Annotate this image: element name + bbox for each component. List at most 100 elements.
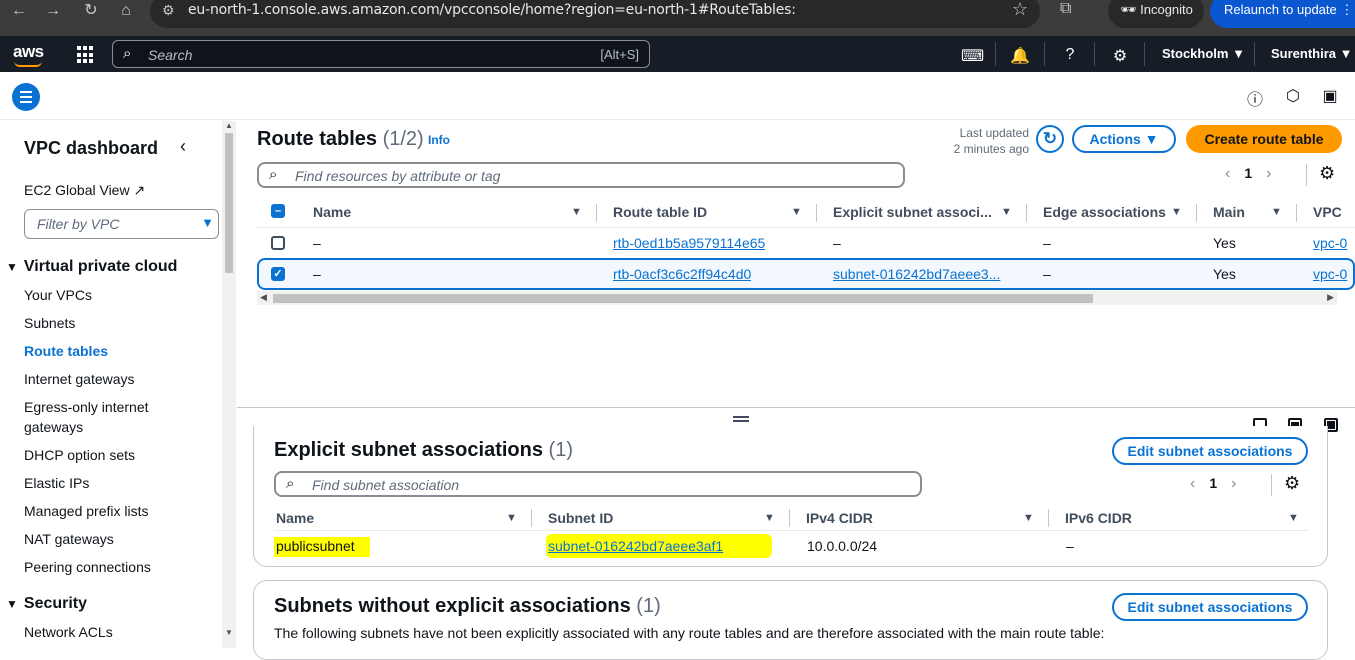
column-header-ipv6-cidr[interactable]: IPv6 CIDR: [1065, 505, 1132, 531]
region-selector[interactable]: Stockholm ▼: [1162, 46, 1245, 61]
sort-caret-icon[interactable]: ▼: [1001, 198, 1012, 226]
help-icon[interactable]: ?: [1060, 46, 1080, 64]
scroll-right-icon[interactable]: ▶: [1327, 292, 1334, 303]
edit-subnet-associations-button[interactable]: Edit subnet associations: [1112, 593, 1308, 621]
column-header-name[interactable]: Name: [276, 505, 314, 531]
sort-caret-icon[interactable]: ▼: [791, 198, 802, 226]
sidebar-item-nat-gateways[interactable]: NAT gateways: [24, 531, 114, 547]
column-divider[interactable]: [816, 204, 817, 222]
scroll-down-icon[interactable]: ▼: [225, 628, 233, 637]
edit-subnet-associations-button[interactable]: Edit subnet associations: [1112, 437, 1308, 465]
column-divider[interactable]: [1026, 204, 1027, 222]
sort-caret-icon[interactable]: ▼: [1288, 505, 1299, 531]
preferences-gear-icon[interactable]: ⚙: [1319, 163, 1335, 184]
cell-explicit-subnet-link[interactable]: subnet-016242bd7aeee3...: [833, 266, 1013, 282]
next-page-icon[interactable]: ›: [1231, 475, 1236, 492]
scroll-left-icon[interactable]: ◀: [260, 292, 267, 303]
next-page-icon[interactable]: ›: [1266, 165, 1271, 182]
column-divider[interactable]: [1296, 204, 1297, 222]
page-number[interactable]: 1: [1209, 475, 1217, 491]
extensions-icon[interactable]: ⧉: [1060, 0, 1071, 18]
column-divider[interactable]: [531, 509, 532, 527]
preferences-gear-icon[interactable]: ⚙: [1284, 473, 1300, 494]
sidebar-item-egress-only[interactable]: Egress-only internet: [24, 399, 149, 415]
forward-icon[interactable]: →: [42, 0, 64, 22]
create-route-table-button[interactable]: Create route table: [1186, 125, 1342, 153]
sidebar-scrollbar[interactable]: ▲ ▼: [222, 121, 236, 648]
actions-button[interactable]: Actions ▼: [1072, 125, 1176, 153]
account-menu[interactable]: Surenthira ▼: [1271, 46, 1353, 61]
feedback-icon[interactable]: ▣: [1320, 86, 1340, 106]
sidebar-item-egress-only-cont[interactable]: gateways: [24, 419, 83, 435]
table-row[interactable]: – rtb-0ed1b5a9579114e65 – – Yes vpc-0: [257, 227, 1355, 258]
info-link[interactable]: Info: [428, 133, 450, 147]
subnet-association-search-input[interactable]: ⌕ Find subnet association: [274, 471, 922, 497]
cell-route-table-id-link[interactable]: rtb-0ed1b5a9579114e65: [613, 235, 765, 251]
incognito-badge[interactable]: 🕶 Incognito: [1108, 0, 1204, 28]
column-divider[interactable]: [1196, 204, 1197, 222]
sort-caret-icon[interactable]: ▼: [1171, 198, 1182, 226]
services-grid-icon[interactable]: [77, 46, 95, 64]
select-all-checkbox[interactable]: –: [271, 204, 285, 218]
column-divider[interactable]: [789, 509, 790, 527]
scrollbar-thumb[interactable]: [273, 294, 1093, 303]
page-number[interactable]: 1: [1244, 165, 1252, 181]
sort-caret-icon[interactable]: ▼: [506, 505, 517, 531]
row-checkbox[interactable]: [271, 236, 285, 250]
sidebar-item-subnets[interactable]: Subnets: [24, 315, 75, 331]
sidebar-item-elastic-ips[interactable]: Elastic IPs: [24, 475, 89, 491]
sidebar-item-managed-prefix-lists[interactable]: Managed prefix lists: [24, 503, 149, 519]
section-security[interactable]: ▼ Security: [6, 595, 87, 613]
row-checkbox[interactable]: ✓: [271, 267, 285, 281]
aws-logo[interactable]: aws: [13, 42, 44, 67]
route-table-search-input[interactable]: ⌕ Find resources by attribute or tag: [257, 162, 905, 188]
prev-page-icon[interactable]: ‹: [1190, 475, 1195, 492]
column-header-subnet-id[interactable]: Subnet ID: [548, 505, 613, 531]
home-icon[interactable]: ⌂: [115, 0, 137, 22]
sidebar-item-your-vpcs[interactable]: Your VPCs: [24, 287, 92, 303]
security-shield-icon[interactable]: ⬡: [1283, 86, 1303, 106]
address-bar[interactable]: ⚙ eu-north-1.console.aws.amazon.com/vpcc…: [150, 0, 1040, 28]
relaunch-button[interactable]: Relaunch to update ⋮: [1210, 0, 1355, 28]
resize-handle-icon[interactable]: [733, 416, 749, 422]
sort-caret-icon[interactable]: ▼: [571, 198, 582, 226]
cell-subnet-id-link[interactable]: subnet-016242bd7aeee3af1: [546, 534, 772, 558]
reload-icon[interactable]: ↻: [80, 0, 102, 22]
scroll-up-icon[interactable]: ▲: [225, 121, 233, 130]
cloudshell-icon[interactable]: ⌨: [961, 46, 984, 66]
column-header-main[interactable]: Main: [1213, 198, 1245, 226]
column-divider[interactable]: [1048, 509, 1049, 527]
sidebar-item-route-tables[interactable]: Route tables: [24, 343, 108, 359]
sidebar-title[interactable]: VPC dashboard: [24, 138, 158, 159]
sort-caret-icon[interactable]: ▼: [764, 505, 775, 531]
column-header-edge-associations[interactable]: Edge associations: [1043, 198, 1166, 226]
refresh-button[interactable]: ↻: [1036, 125, 1064, 153]
column-header-explicit-subnet[interactable]: Explicit subnet associ...: [833, 198, 992, 226]
column-header-route-table-id[interactable]: Route table ID: [613, 198, 707, 226]
collapse-sidebar-icon[interactable]: ‹: [180, 136, 186, 157]
prev-page-icon[interactable]: ‹: [1225, 165, 1230, 182]
column-header-ipv4-cidr[interactable]: IPv4 CIDR: [806, 505, 873, 531]
sort-caret-icon[interactable]: ▼: [1023, 505, 1034, 531]
filter-by-vpc-select[interactable]: Filter by VPC ▼: [24, 209, 219, 239]
notifications-bell-icon[interactable]: 🔔: [1010, 46, 1030, 66]
settings-gear-icon[interactable]: ⚙: [1110, 46, 1130, 66]
column-header-vpc[interactable]: VPC: [1313, 198, 1342, 226]
table-horizontal-scrollbar[interactable]: ◀ ▶: [257, 291, 1337, 305]
sort-caret-icon[interactable]: ▼: [1271, 198, 1282, 226]
scrollbar-thumb[interactable]: [225, 133, 233, 273]
search-input[interactable]: ⌕ Search [Alt+S]: [112, 40, 650, 68]
sidebar-item-internet-gateways[interactable]: Internet gateways: [24, 371, 135, 387]
site-settings-icon[interactable]: ⚙: [162, 2, 175, 19]
sidebar-item-peering-connections[interactable]: Peering connections: [24, 559, 151, 575]
back-icon[interactable]: ←: [8, 0, 30, 22]
column-header-name[interactable]: Name: [313, 198, 351, 226]
hamburger-menu-icon[interactable]: [12, 83, 40, 111]
cell-vpc-link[interactable]: vpc-0: [1313, 266, 1353, 282]
sidebar-item-ec2-global-view[interactable]: EC2 Global View ↗: [24, 182, 145, 199]
table-row[interactable]: publicsubnet subnet-016242bd7aeee3af1 10…: [274, 532, 1309, 562]
section-virtual-private-cloud[interactable]: ▼ Virtual private cloud: [6, 258, 177, 276]
info-circle-icon[interactable]: ⓘ: [1245, 86, 1265, 109]
column-divider[interactable]: [596, 204, 597, 222]
cell-vpc-link[interactable]: vpc-0: [1313, 235, 1355, 251]
